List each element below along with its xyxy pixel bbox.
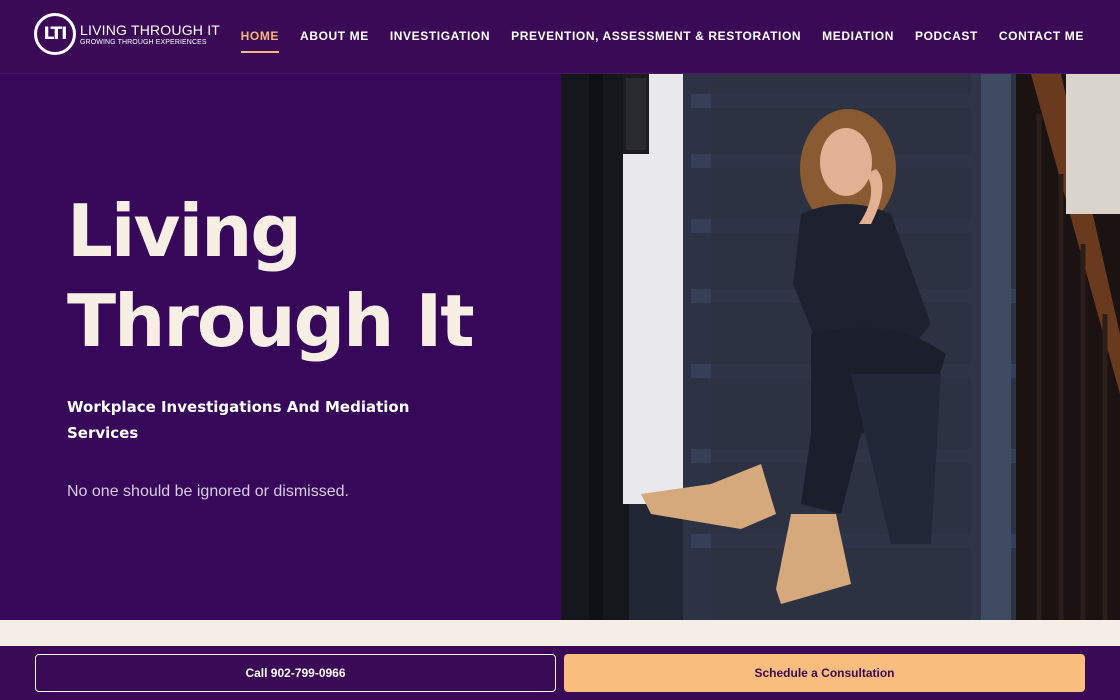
hero-subtitle: Workplace Investigations And Mediation S… (67, 398, 410, 442)
call-button[interactable]: Call 902-799-0966 (35, 654, 556, 692)
logo-text: LIVING THROUGH IT GROWING THROUGH EXPERI… (80, 23, 220, 46)
hero-tagline: No one should be ignored or dismissed. (67, 483, 349, 500)
nav-item-contact-me[interactable]: CONTACT ME (999, 29, 1084, 43)
hero-title-line-2: Through It (67, 279, 475, 363)
brand-tagline: GROWING THROUGH EXPERIENCES (80, 38, 207, 46)
hero-photo (561, 74, 1120, 620)
hero-title: Living Through It (67, 186, 547, 366)
logo-mark-text: LTI (43, 24, 68, 44)
brand-name: LIVING THROUGH IT (80, 21, 221, 38)
main-nav: HOME ABOUT ME INVESTIGATION PREVENTION, … (240, 29, 1084, 53)
nav-item-home[interactable]: HOME (240, 29, 280, 53)
content-divider-band (0, 620, 1120, 646)
nav-item-about-me[interactable]: ABOUT ME (300, 29, 369, 43)
site-logo[interactable]: LTI LIVING THROUGH IT GROWING THROUGH EX… (34, 13, 220, 55)
schedule-consultation-button[interactable]: Schedule a Consultation (564, 654, 1085, 692)
nav-item-prevention[interactable]: PREVENTION, ASSESSMENT & RESTORATION (511, 29, 801, 43)
nav-item-podcast[interactable]: PODCAST (915, 29, 978, 43)
nav-item-investigation[interactable]: INVESTIGATION (390, 29, 490, 43)
hero-section: Living Through It Workplace Investigatio… (0, 74, 1120, 620)
nav-item-mediation[interactable]: MEDIATION (822, 29, 894, 43)
woman-on-stairs-photo (561, 74, 1120, 620)
site-header: LTI LIVING THROUGH IT GROWING THROUGH EX… (0, 0, 1120, 74)
hero-title-line-1: Living (67, 189, 302, 273)
logo-mark: LTI (34, 13, 76, 55)
cta-bar: Call 902-799-0966 Schedule a Consultatio… (0, 646, 1120, 700)
